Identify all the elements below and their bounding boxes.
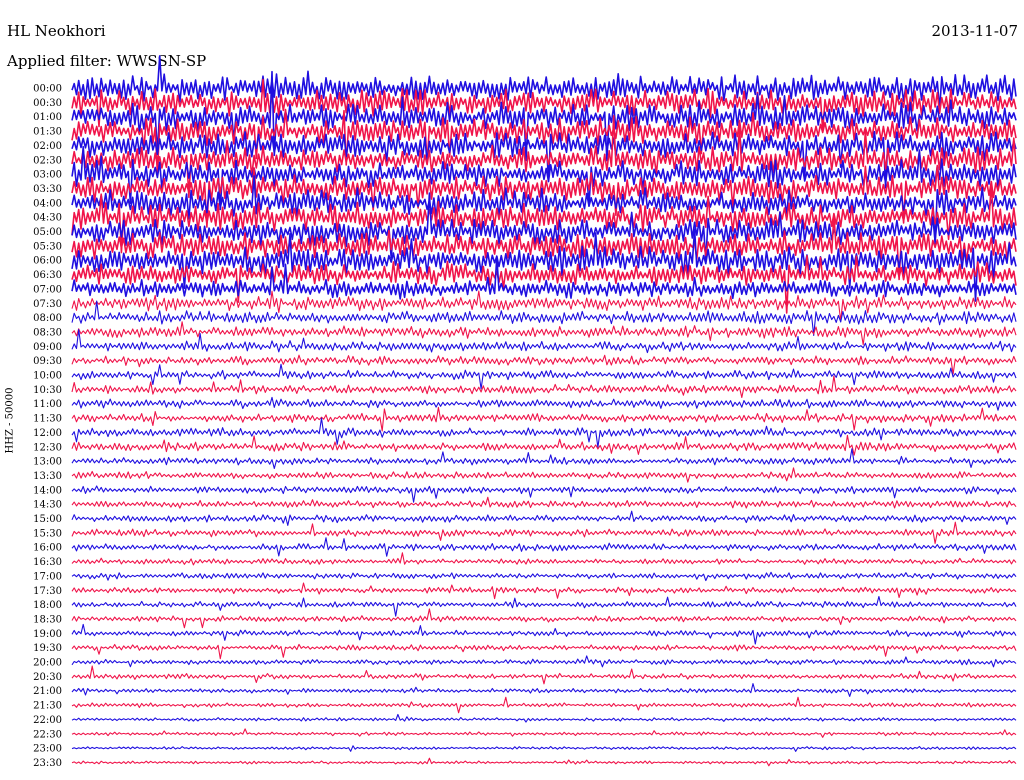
time-label: 21:00 [33, 686, 62, 697]
trace-line [71, 643, 1017, 660]
time-label: 02:00 [33, 141, 62, 152]
time-label: 22:30 [33, 729, 62, 740]
trace-line [71, 757, 1017, 767]
time-label: 06:00 [33, 256, 62, 267]
time-label: 23:30 [33, 758, 62, 769]
time-label: 15:30 [33, 528, 62, 539]
time-label: 12:00 [33, 428, 62, 439]
time-label: 03:00 [33, 170, 62, 181]
trace-line [71, 375, 1017, 399]
time-label: 20:30 [33, 672, 62, 683]
time-label: 09:30 [33, 356, 62, 367]
time-label: 19:00 [33, 629, 62, 640]
time-label: 12:30 [33, 442, 62, 453]
time-label: 00:30 [33, 98, 62, 109]
trace-line [71, 745, 1017, 752]
trace-line [71, 571, 1017, 582]
trace-line [71, 363, 1017, 390]
time-label: 22:00 [33, 715, 62, 726]
trace-line [71, 496, 1017, 509]
time-label: 17:00 [33, 571, 62, 582]
helicorder-plot: 00:00 00:30 01:00 01:30 02:00 02:30 03:00 03:30… [33, 55, 1017, 769]
time-label: 06:30 [33, 270, 62, 281]
trace-line [71, 417, 1017, 448]
trace-line [71, 713, 1017, 723]
time-label: 04:30 [33, 213, 62, 224]
trace-line [71, 623, 1017, 645]
trace-line [71, 467, 1017, 483]
trace-line [71, 485, 1017, 503]
time-label: 00:00 [33, 84, 62, 95]
time-label: 07:30 [33, 299, 62, 310]
time-label: 19:30 [33, 643, 62, 654]
time-label: 11:30 [33, 414, 62, 425]
trace-line [71, 582, 1017, 600]
time-label: 18:30 [33, 614, 62, 625]
time-label: 17:30 [33, 586, 62, 597]
time-label: 15:00 [33, 514, 62, 525]
trace-line [71, 728, 1017, 738]
trace-line [71, 696, 1017, 714]
time-label: 07:00 [33, 284, 62, 295]
time-label: 04:00 [33, 198, 62, 209]
time-label: 13:30 [33, 471, 62, 482]
time-label: 18:00 [33, 600, 62, 611]
time-label-group: 00:00 00:30 01:00 01:30 02:00 02:30 03:00 03:30… [33, 84, 62, 769]
trace-line [71, 406, 1017, 432]
trace-line [71, 655, 1017, 668]
time-label: 03:30 [33, 184, 62, 195]
trace-line [71, 321, 1017, 346]
time-label: 08:30 [33, 327, 62, 338]
time-label: 11:00 [33, 399, 62, 410]
trace-group [71, 55, 1017, 767]
time-label: 10:00 [33, 371, 62, 382]
time-label: 01:00 [33, 112, 62, 123]
time-label: 08:00 [33, 313, 62, 324]
time-label: 10:30 [33, 385, 62, 396]
trace-line [71, 521, 1017, 544]
time-label: 16:00 [33, 543, 62, 554]
time-label: 01:30 [33, 127, 62, 138]
trace-line [71, 396, 1017, 411]
time-label: 14:00 [33, 485, 62, 496]
time-label: 09:00 [33, 342, 62, 353]
trace-line [71, 448, 1017, 470]
trace-line [71, 683, 1017, 697]
time-label: 16:30 [33, 557, 62, 568]
trace-line [71, 608, 1017, 629]
trace-line [71, 329, 1017, 354]
trace-line [71, 434, 1017, 456]
time-label: 02:30 [33, 155, 62, 166]
time-label: 05:00 [33, 227, 62, 238]
trace-line [71, 510, 1017, 526]
trace-line [71, 665, 1017, 685]
time-label: 20:00 [33, 658, 62, 669]
time-label: 14:30 [33, 500, 62, 511]
time-label: 13:00 [33, 457, 62, 468]
time-label: 23:00 [33, 744, 62, 755]
trace-line [71, 595, 1017, 617]
time-label: 21:30 [33, 701, 62, 712]
trace-line [71, 537, 1017, 557]
trace-line [71, 552, 1017, 566]
time-label: 05:30 [33, 241, 62, 252]
